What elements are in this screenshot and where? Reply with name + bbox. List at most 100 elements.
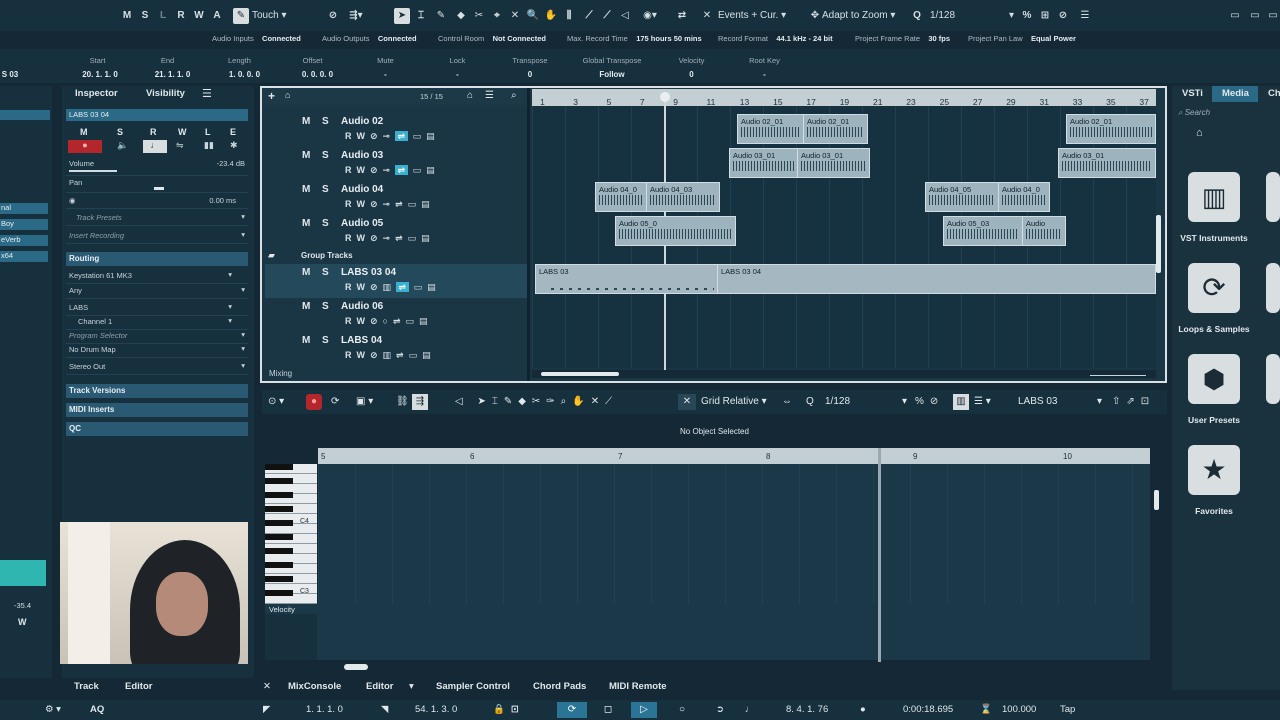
comp-tool-icon[interactable]: ✋ [544,8,558,24]
track-controls[interactable]: R W ⊘ ⊸ ⇌ ▭ ▤ [345,199,430,210]
marker-icon[interactable]: ● [860,704,866,715]
grid-select[interactable]: Grid Relative ▾ [701,396,767,407]
clip-labs0304[interactable]: LABS 03 04 [717,264,1156,294]
camera-icon[interactable]: ▣ ▾ [356,396,373,407]
inspector-track-name[interactable]: LABS 03 04 [66,109,248,121]
inspector-read-button[interactable]: R [150,127,157,137]
inspector-midi-inserts[interactable]: MIDI Inserts [66,403,248,417]
object-select-tool-icon[interactable]: ➤ [394,8,410,24]
tab-chord-pads[interactable]: Chord Pads [533,681,586,692]
click-icon[interactable]: ⌛ [980,704,992,715]
close-lower-zone-icon[interactable]: ✕ [263,681,271,692]
mute-button[interactable]: M [302,267,310,278]
tab-midi-remote[interactable]: MIDI Remote [609,681,667,692]
editor-quantize-icons[interactable]: %⊘ [915,396,944,407]
tab-editor[interactable]: Editor [366,681,393,692]
punch-icon[interactable]: ⊡ [511,704,519,715]
pencil-tool-icon[interactable]: ✎ [434,8,448,24]
track-controls[interactable]: R W ⊘ ▥ ⇌ ▭ ▤ [345,350,431,361]
inspector-write-button[interactable]: W [178,127,187,137]
inspector-input-select[interactable]: Keystation 61 MK3 ▾ [66,270,248,284]
solo-button[interactable]: S [322,116,329,127]
mute-button[interactable]: M [302,150,310,161]
quantize-select[interactable]: 1/128 ▾ [930,8,1014,24]
track-controls[interactable]: R W ⊘ ⊸ ⇌ ▭ ▤ [345,131,435,142]
tempo-display[interactable]: 100.000 [1002,704,1036,715]
quantize-editor-icon[interactable]: Q [806,396,814,407]
editor-window-icons[interactable]: ⇧⇗⊡ [1112,396,1155,407]
track-controls[interactable]: R W ⊘ ⊸ ⇌ ▭ ▤ [345,233,430,244]
inspector-routing-section[interactable]: Routing [66,252,248,266]
cycle-button[interactable]: ⟳ [557,702,587,718]
favorites-tile[interactable]: ★ [1188,445,1240,495]
lanes-icon[interactable]: ☰ ▾ [974,396,991,407]
clip-audio05-03a[interactable]: Audio 05_03 [943,216,1023,246]
media-search-field[interactable]: ⌕ Search [1178,108,1278,122]
info-transpose-value[interactable]: 0 [500,70,560,79]
left-strip-insert-4[interactable]: x64 [0,251,48,262]
iterative-quantize-icon[interactable]: ⊞ [1038,8,1052,24]
left-strip-insert-2[interactable]: Boy [0,219,48,230]
mute-button[interactable]: M [302,218,310,229]
position-display[interactable]: 8. 4. 1. 76 [786,704,828,715]
tracklist-divider[interactable] [527,88,530,381]
track-row-audio06[interactable]: M S Audio 06 R W ⊘ ○ ⇌ ▭ ▤ [265,298,527,332]
note-grid[interactable] [318,464,1150,604]
snap-type-icon[interactable]: ✕ [700,8,714,24]
clip-audio03-01c[interactable]: Audio 03_01 [1058,148,1156,178]
write-button[interactable]: W [192,8,206,24]
link-icon[interactable]: ⛓ [396,396,409,407]
quantize-settings-icon[interactable]: % [1020,8,1034,24]
inspector-output-channel[interactable]: Channel 1 ▾ [66,316,248,330]
inspector-edit-icon[interactable]: ♩ [143,140,167,153]
velocity-lane[interactable] [265,604,1150,660]
left-strip-insert-3[interactable]: eVerb [0,235,48,246]
auto-quantize-button[interactable]: AQ [90,704,104,715]
vst-instruments-tile[interactable]: ▥ [1188,172,1240,222]
mute-tool-icon[interactable]: ✕ [508,8,522,24]
track-controls[interactable]: R W ⊘ ○ ⇌ ▭ ▤ [345,316,428,327]
solo-button[interactable]: S [322,267,329,278]
quantize-on-icon[interactable]: ⊘ [1056,8,1070,24]
group-tracks-folder[interactable]: ▰ Group Tracks [265,249,527,263]
arrange-hscrollbar[interactable] [532,370,1156,378]
mute-button[interactable]: M [302,116,310,127]
clip-audio03-01b[interactable]: Audio 03_01 [797,148,870,178]
line-tool-icon[interactable]: ⟋ [600,8,614,24]
inspector-freeze-icon[interactable]: ▮▮ [204,140,214,151]
automation-mode-select[interactable]: Touch ▾ [252,8,322,24]
track-name[interactable]: Audio 04 [341,184,383,195]
tab-inspector[interactable]: Inspector [75,88,118,99]
inspector-track-presets[interactable]: Track Presets ▾ [66,212,248,226]
layout-left-icon[interactable]: ▭ [1228,8,1242,24]
track-name[interactable]: LABS 04 [341,335,382,346]
zoom-slider[interactable] [1090,375,1146,376]
clip-audio04-03[interactable]: Audio 04_03 [646,182,720,212]
track-row-audio05[interactable]: M S Audio 05 R W ⊘ ⊸ ⇌ ▭ ▤ [265,215,527,249]
right-locator-value[interactable]: 54. 1. 3. 0 [415,704,457,715]
clip-labs03[interactable]: LABS 03 [535,264,718,294]
events-mode-select[interactable]: Events + Cur. ▾ [718,8,798,24]
left-locator-icon[interactable]: ◤ [263,704,270,715]
quantize-icon[interactable]: Q [910,8,924,24]
solo-button[interactable]: S [322,184,329,195]
track-row-labs0304[interactable]: M S LABS 03 04 R W ⊘ ▥ ⇌ ▭ ▤ [265,264,527,298]
info-start-value[interactable]: 20. 1. 1. 0 [70,70,130,79]
editor-quantize-select[interactable]: 1/128 ▾ [825,396,907,407]
inspector-stereo-out[interactable]: Stereo Out ▾ [66,361,248,375]
play-button[interactable]: ▷ [631,702,657,718]
info-velocity-value[interactable]: 0 [664,70,719,79]
inspector-e-button[interactable]: E [230,127,236,137]
tab-editor-dropdown-icon[interactable]: ▾ [409,681,414,692]
clip-audio02-01a[interactable]: Audio 02_01 [737,114,805,144]
editor-hscroll-thumb[interactable] [344,664,368,670]
clip-audio04-0a[interactable]: Audio 04_0 [595,182,647,212]
track-row-audio02[interactable]: M S Audio 02 R W ⊘ ⊸ ⇌ ▭ ▤ [265,113,527,147]
inspector-monitor-icon[interactable]: 🔈 [117,140,128,151]
inspector-record-button[interactable]: ● [68,140,102,153]
tab-sampler-control[interactable]: Sampler Control [436,681,510,692]
editor-playhead[interactable] [878,448,881,662]
inspector-pan-row[interactable]: Pan [66,177,248,193]
snap-editor-icon[interactable]: ✕ [678,394,696,410]
extra-tile-2[interactable] [1266,263,1280,313]
